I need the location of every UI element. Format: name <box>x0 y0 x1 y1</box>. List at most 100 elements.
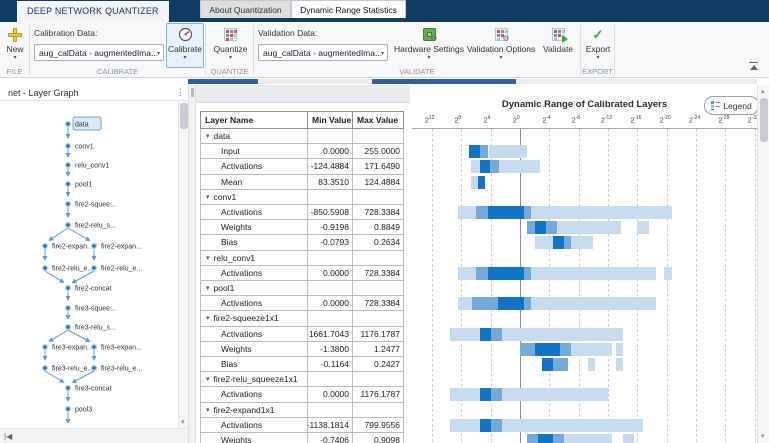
graph-node-label[interactable]: fire2-relu_e... <box>52 266 93 273</box>
graph-node-label[interactable]: data <box>75 122 89 129</box>
collapse-caret-icon[interactable]: ▾ <box>206 375 210 383</box>
table-row[interactable]: Activations-124.4884171.6490 <box>200 159 404 174</box>
table-row[interactable]: ▾fire2-squeeze1x1 <box>200 311 404 326</box>
calibration-data-combo[interactable]: aug_calData - augmentedIma... ▾ <box>34 44 164 61</box>
layer-graph-canvas[interactable]: data conv1 relu_conv1 pool1 fire2-squee... fi… <box>0 101 178 428</box>
table-row[interactable]: ▾relu_conv1 <box>200 251 404 266</box>
table-row[interactable]: Activations0.0000728.3384 <box>200 266 404 281</box>
collapse-caret-icon[interactable]: ▾ <box>206 132 210 140</box>
layer-graph-vscrollbar[interactable]: ▾ <box>178 101 188 428</box>
table-row[interactable]: ▾fire2-relu_squeeze1x1 <box>200 372 404 387</box>
calibrate-group-label: CALIBRATE <box>30 67 205 76</box>
table-row[interactable]: Weights-0.91980.8849 <box>200 220 404 235</box>
collapse-caret-icon[interactable]: ▾ <box>206 314 210 322</box>
app-tab[interactable]: DEEP NETWORK QUANTIZER <box>17 1 169 22</box>
splitter-handle[interactable] <box>191 88 194 97</box>
quantize-button[interactable]: Quantize ▾ <box>209 23 252 68</box>
table-row[interactable]: Input0.0000255.0000 <box>200 144 404 159</box>
layer-graph-hscrollbar[interactable]: |◀ <box>0 428 188 443</box>
graph-node-label[interactable]: fire2-concat <box>75 286 112 293</box>
graph-node-label[interactable]: fire3-relu_e... <box>101 366 142 373</box>
histogram-bar-segment <box>478 176 485 189</box>
table-row[interactable]: Activations-1138.1814799.9556 <box>200 418 404 433</box>
column-header-max-value[interactable]: Max Value <box>352 111 404 129</box>
scroll-up-icon[interactable]: ▴ <box>761 88 765 95</box>
histogram-bar-segment <box>491 328 502 341</box>
layer-group-cell: ▾conv1 <box>200 190 307 205</box>
collapse-caret-icon[interactable]: ▾ <box>206 254 210 262</box>
scroll-start-icon[interactable]: |◀ <box>4 432 12 441</box>
graph-node-label[interactable]: fire3-squee... <box>75 306 116 313</box>
graph-node-label[interactable]: pool3 <box>75 407 92 414</box>
validation-options-button[interactable]: ⚙ Validation Options ▾ <box>464 23 538 68</box>
legend-icon <box>711 101 720 110</box>
graph-node-label[interactable]: fire2-expan... <box>52 244 93 251</box>
collapse-caret-icon[interactable]: ▾ <box>206 284 210 292</box>
hardware-settings-button[interactable]: ⚙ Hardware Settings ▾ <box>392 23 466 68</box>
table-row[interactable]: Activations-1661.70431176.1787 <box>200 327 404 342</box>
chart-vscrollbar[interactable]: ▴ ▾ <box>757 85 769 443</box>
table-row[interactable]: Activations0.00001176.1787 <box>200 387 404 402</box>
progress-strip <box>188 79 757 84</box>
graph-node-label[interactable]: relu_conv1 <box>75 163 109 170</box>
graph-node-label[interactable]: conv1 <box>75 144 94 151</box>
tab-dynamic-range-statistics[interactable]: Dynamic Range Statistics <box>291 0 406 18</box>
histogram-bar-segment <box>560 343 571 356</box>
export-button[interactable]: ✓ Export ▾ <box>583 23 613 68</box>
graph-node-label[interactable]: pool1 <box>75 182 92 189</box>
graph-node-label[interactable]: fire3-relu_e... <box>52 366 93 373</box>
graph-node-label[interactable]: fire2-relu_e... <box>101 266 142 273</box>
collapse-caret-icon[interactable]: ▾ <box>206 193 210 201</box>
column-header-min-value[interactable]: Min Value <box>307 111 352 129</box>
table-row[interactable]: Mean83.3510124.4884 <box>200 175 404 190</box>
graph-node-label[interactable]: fire3-relu_s... <box>75 325 116 332</box>
group-separator <box>614 25 615 75</box>
table-row[interactable]: Weights-1.38001.2477 <box>200 342 404 357</box>
min-value-cell: 0.0000 <box>307 387 352 402</box>
table-row[interactable]: Activations0.0000728.3384 <box>200 296 404 311</box>
table-row[interactable]: ▾data <box>200 129 404 144</box>
plus-icon <box>8 26 22 43</box>
histogram-bar-segment <box>489 145 528 158</box>
gridline <box>667 129 668 443</box>
scroll-down-icon[interactable]: ▾ <box>181 419 185 426</box>
min-value-cell: -1661.7043 <box>307 327 352 342</box>
panel-splitter[interactable] <box>188 85 196 443</box>
graph-node-label[interactable]: fire2-squee... <box>75 202 116 209</box>
validation-data-combo[interactable]: aug_calData - augmentedIma... ▾ <box>258 44 388 61</box>
table-row[interactable]: Weights-0.74060.9098 <box>200 433 404 443</box>
graph-node-label[interactable]: fire2-relu_s... <box>75 223 116 230</box>
table-row[interactable]: Bias-0.11640.2427 <box>200 357 404 372</box>
graph-node-label[interactable]: fire2-expan... <box>101 244 142 251</box>
axis-tick-label: 24 <box>484 115 491 124</box>
graph-node-label[interactable]: fire3-concat <box>75 386 112 393</box>
chevron-down-icon: ▾ <box>499 55 502 62</box>
scroll-down-icon[interactable]: ▾ <box>761 433 765 440</box>
panel-menu-icon[interactable]: ⋮ <box>176 87 185 98</box>
graph-node-label[interactable]: fire3-expan... <box>101 345 142 352</box>
calibrate-button[interactable]: Calibrate ▾ <box>166 23 204 68</box>
layer-name-cell: Weights <box>200 433 307 443</box>
histogram-bar-segment <box>553 358 568 371</box>
export-group-label: EXPORT <box>581 67 614 76</box>
tab-about-quantization[interactable]: About Quantization <box>200 0 291 18</box>
max-value-cell <box>352 190 404 205</box>
histogram-bar-segment <box>553 236 564 249</box>
table-row[interactable]: ▾conv1 <box>200 190 404 205</box>
scrollbar-thumb[interactable] <box>180 103 188 129</box>
table-row[interactable]: Activations-850.5908728.3384 <box>200 205 404 220</box>
validate-button[interactable]: Validate <box>538 23 578 68</box>
graph-node-label[interactable]: fire3-expan... <box>52 345 93 352</box>
histogram-bar-segment <box>471 176 478 189</box>
axis-tick-label: 2-4 <box>542 115 550 124</box>
column-header-layer-name[interactable]: Layer Name <box>200 111 307 129</box>
collapse-ribbon-icon[interactable] <box>748 62 759 70</box>
scrollbar-thumb[interactable] <box>760 98 768 142</box>
graph-node-dot <box>66 202 69 205</box>
new-button[interactable]: New ▾ <box>2 23 28 68</box>
table-row[interactable]: ▾fire2-expand1x1 <box>200 403 404 418</box>
collapse-caret-icon[interactable]: ▾ <box>206 406 210 414</box>
table-row[interactable]: ▾pool1 <box>200 281 404 296</box>
max-value-cell: 1.2477 <box>352 342 404 357</box>
table-row[interactable]: Bias-0.07930.2634 <box>200 235 404 250</box>
